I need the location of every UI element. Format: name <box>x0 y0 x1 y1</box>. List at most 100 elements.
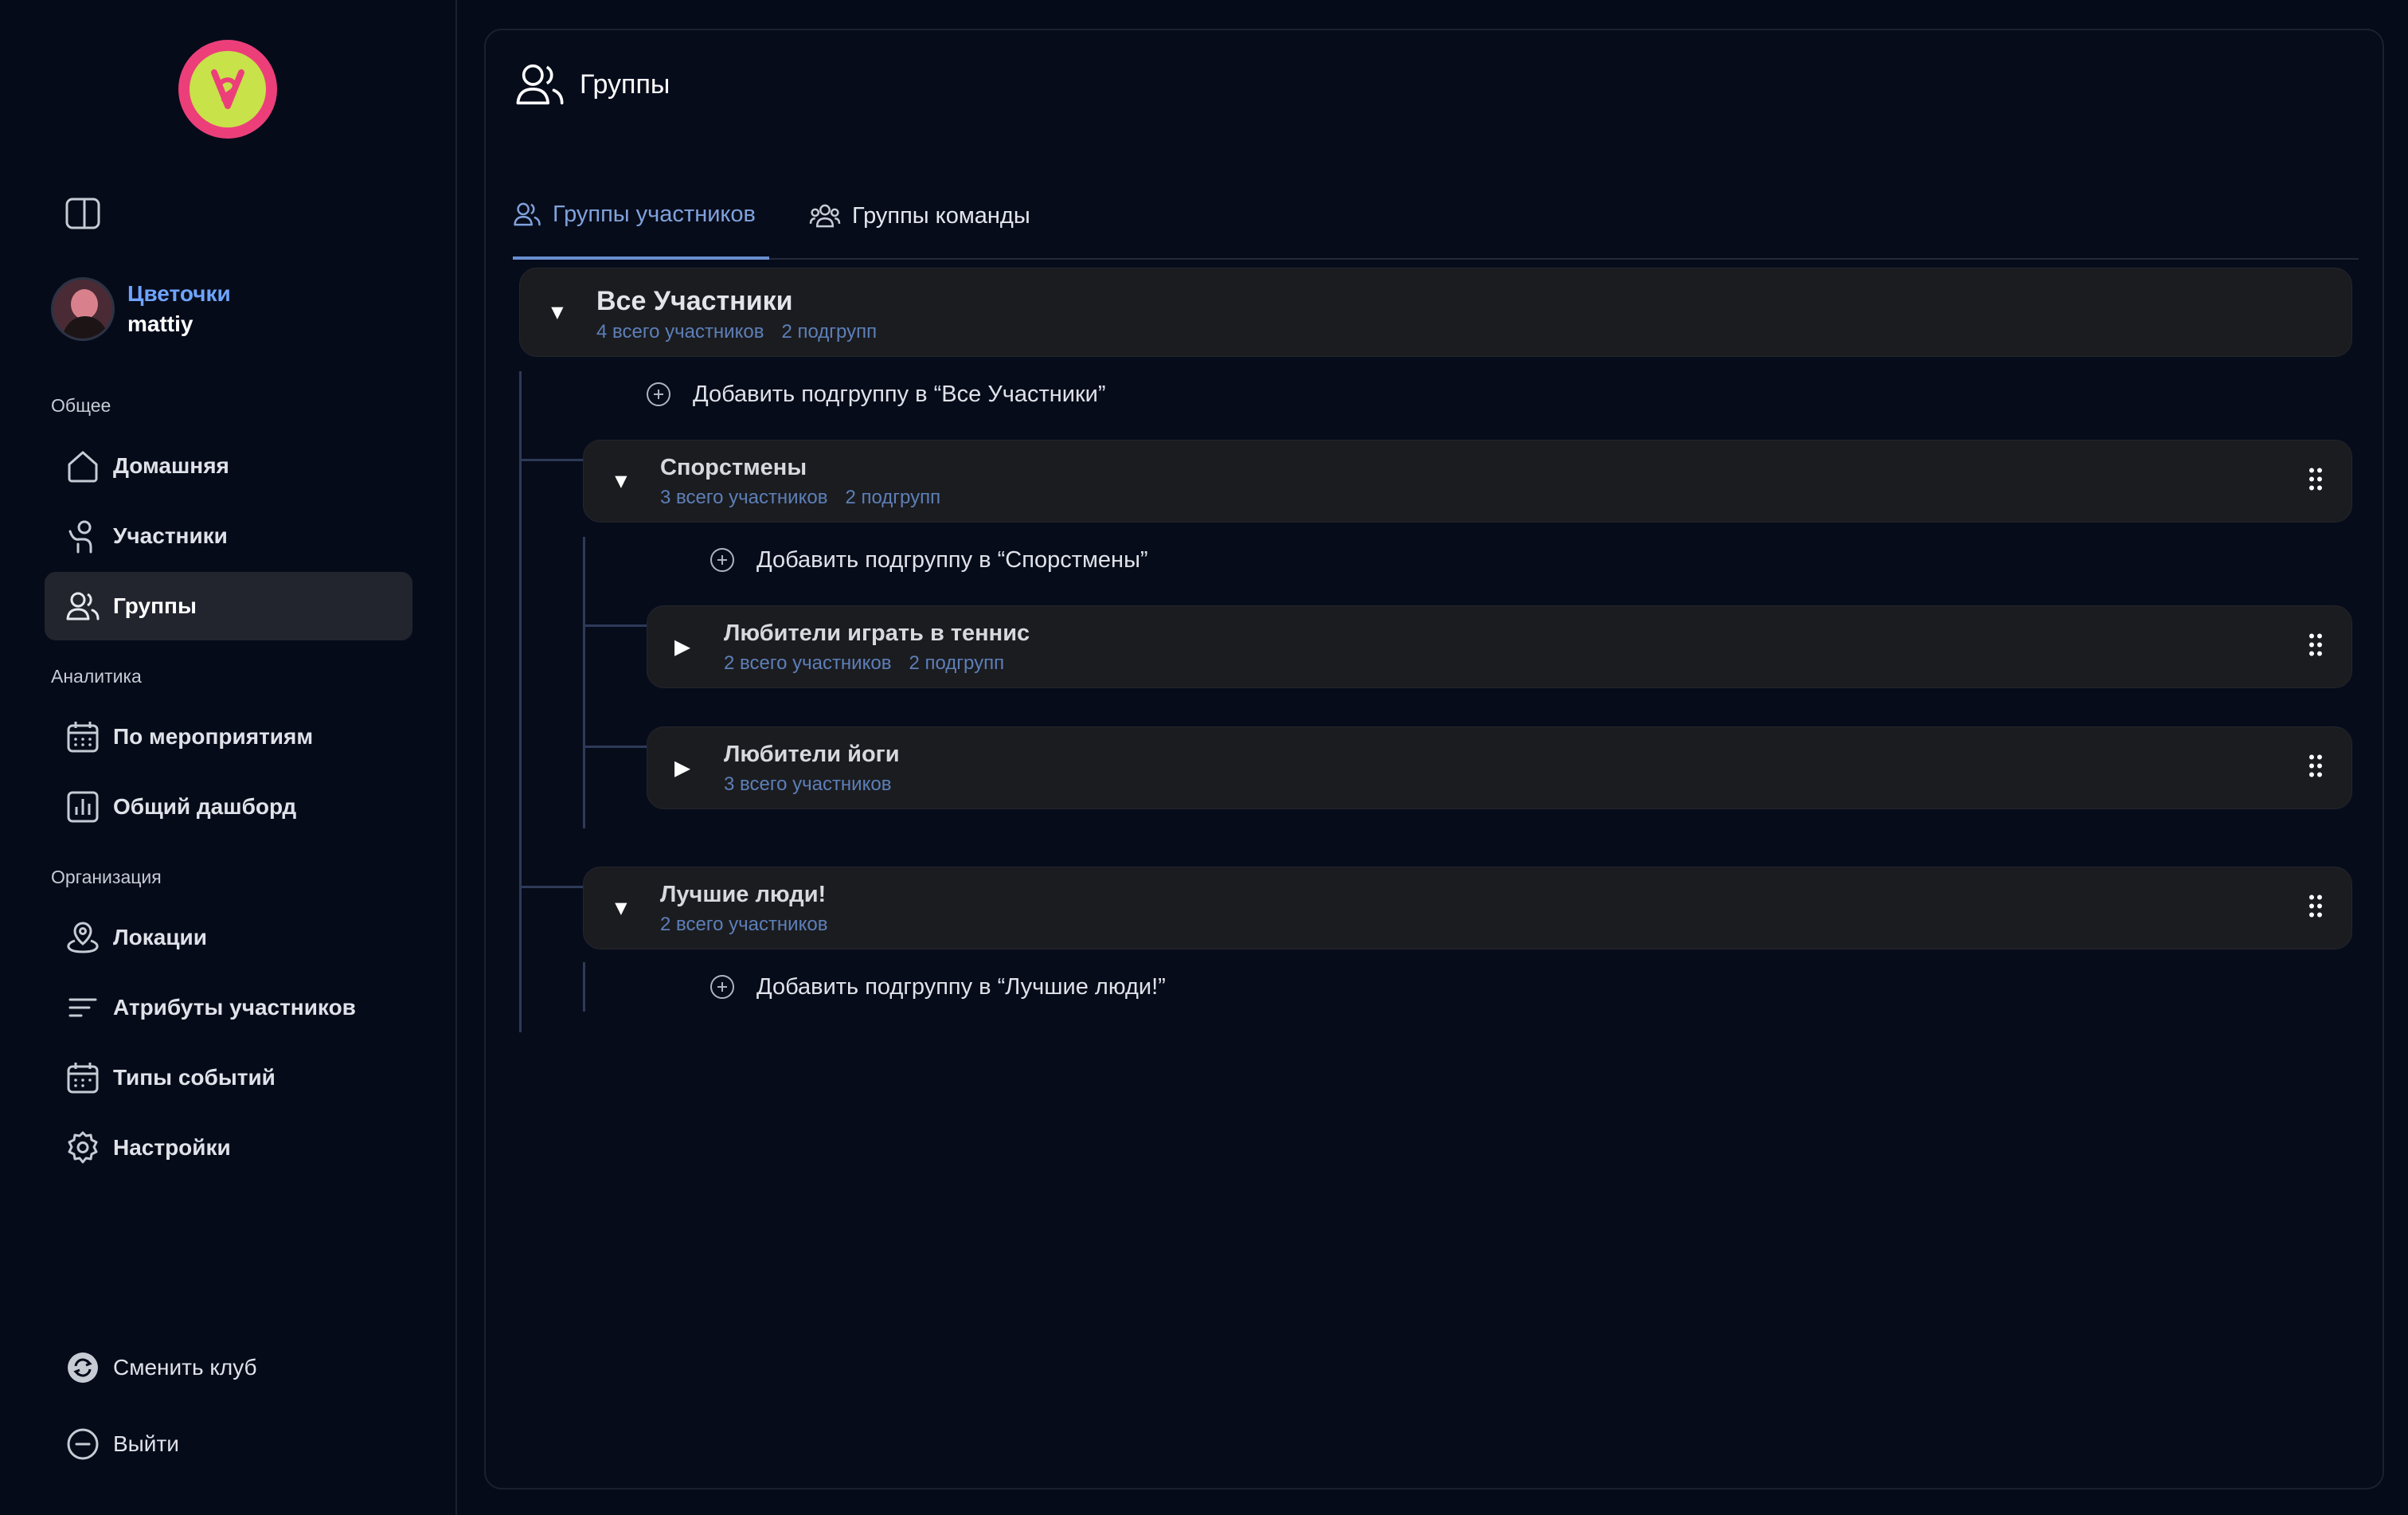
group-card-athletes[interactable]: ▼ Спорстмены 3 всего участников 2 подгруп… <box>583 440 2352 523</box>
drag-handle-icon[interactable] <box>2308 468 2323 495</box>
gear-icon <box>64 1129 102 1167</box>
sidebar-collapse-button[interactable] <box>64 196 102 231</box>
sidebar-item-groups[interactable]: Группы <box>45 572 412 640</box>
group-members-count: 3 всего участников <box>660 487 828 508</box>
group-card-yoga[interactable]: ▶ Любители йоги 3 всего участников <box>647 726 2352 809</box>
groups-icon <box>516 64 564 105</box>
groups-icon <box>514 202 541 226</box>
group-members-count: 2 всего участников <box>724 652 892 674</box>
group-title: Любители играть в теннис <box>724 620 1030 646</box>
group-members-count: 2 всего участников <box>660 914 828 935</box>
plus-circle-icon <box>710 548 734 572</box>
chevron-down-icon[interactable]: ▼ <box>611 469 631 494</box>
tree-connector <box>519 371 522 1032</box>
group-title: Спорстмены <box>660 455 807 480</box>
sidebar-toggle-icon <box>65 198 100 229</box>
club-logo[interactable] <box>178 40 277 139</box>
group-meta: 2 всего участников 2 подгрупп <box>724 652 1022 675</box>
sidebar-item-label: Домашняя <box>113 453 229 478</box>
page-title: Группы <box>580 69 670 100</box>
group-meta: 3 всего участников 2 подгрупп <box>660 487 958 509</box>
logout-button[interactable]: Выйти <box>45 1410 412 1478</box>
section-label-organization: Организация <box>51 867 162 887</box>
location-icon <box>64 918 102 957</box>
sidebar-item-label: Атрибуты участников <box>113 995 356 1020</box>
tab-label: Группы команды <box>852 202 1030 229</box>
tree-connector <box>583 624 647 627</box>
sidebar-item-by-events[interactable]: По мероприятиям <box>45 703 412 771</box>
page-header: Группы <box>514 59 670 110</box>
groups-icon <box>64 587 102 625</box>
group-subgroups-count: 2 подгрупп <box>845 487 941 508</box>
group-card-root[interactable]: ▼ Все Участники 4 всего участников 2 подг… <box>519 268 2352 357</box>
chevron-right-icon[interactable]: ▶ <box>674 756 690 781</box>
sidebar-item-attributes[interactable]: Атрибуты участников <box>45 973 412 1042</box>
profile[interactable]: Цветочки mattiy <box>51 277 231 341</box>
sidebar-item-label: По мероприятиям <box>113 724 314 749</box>
tab-label: Группы участников <box>553 201 756 227</box>
group-members-count: 4 всего участников <box>596 321 764 343</box>
sidebar-item-label: Локации <box>113 925 207 949</box>
plus-circle-icon <box>710 975 734 999</box>
tree-connector <box>519 459 583 461</box>
tabs: Группы участников Группы команды <box>513 172 2359 260</box>
calendar-icon <box>64 718 102 756</box>
section-label-analytics: Аналитика <box>51 666 142 687</box>
sidebar-item-home[interactable]: Домашняя <box>45 432 412 500</box>
sidebar-item-dashboard[interactable]: Общий дашборд <box>45 773 412 841</box>
group-title: Все Участники <box>596 286 793 316</box>
sidebar-item-locations[interactable]: Локации <box>45 903 412 972</box>
sidebar-item-label: Настройки <box>113 1135 231 1160</box>
attributes-icon <box>64 988 102 1027</box>
sidebar: Цветочки mattiy Общее Домашняя Участники… <box>0 0 457 1515</box>
chevron-right-icon[interactable]: ▶ <box>674 635 690 660</box>
team-icon <box>809 204 841 228</box>
sidebar-item-label: Типы событий <box>113 1065 276 1090</box>
group-subgroups-count: 2 подгрупп <box>909 652 1005 674</box>
event-types-icon <box>64 1059 102 1097</box>
group-title: Любители йоги <box>724 742 900 767</box>
logout-label: Выйти <box>113 1431 179 1456</box>
main-panel: Группы Группы участников Группы команды … <box>484 29 2384 1490</box>
sidebar-item-participants[interactable]: Участники <box>45 502 412 570</box>
chevron-down-icon[interactable]: ▼ <box>611 896 631 921</box>
tab-team-groups[interactable]: Группы команды <box>809 172 1048 260</box>
switch-club-icon <box>64 1349 102 1387</box>
sidebar-item-settings[interactable]: Настройки <box>45 1114 412 1182</box>
add-subgroup-label: Добавить подгруппу в “Все Участники” <box>693 381 1106 407</box>
tree-connector <box>583 746 647 748</box>
group-title: Лучшие люди! <box>660 882 827 907</box>
group-subgroups-count: 2 подгрупп <box>781 321 878 343</box>
tree-connector <box>583 962 585 1012</box>
home-icon <box>64 447 102 485</box>
sidebar-item-event-types[interactable]: Типы событий <box>45 1043 412 1112</box>
add-subgroup-label: Добавить подгруппу в “Лучшие люди!” <box>756 973 1166 1000</box>
bar-chart-icon <box>64 788 102 826</box>
drag-handle-icon[interactable] <box>2308 633 2323 661</box>
logout-icon <box>64 1425 102 1463</box>
sidebar-item-label: Общий дашборд <box>113 794 297 819</box>
drag-handle-icon[interactable] <box>2308 754 2323 782</box>
chevron-down-icon[interactable]: ▼ <box>547 300 568 325</box>
group-meta: 2 всего участников <box>660 914 845 936</box>
add-subgroup-athletes-button[interactable]: Добавить подгруппу в “Спорстмены” <box>709 546 1148 574</box>
tree-connector <box>583 537 585 828</box>
add-subgroup-root-button[interactable]: Добавить подгруппу в “Все Участники” <box>645 381 1106 408</box>
section-label-general: Общее <box>51 395 111 416</box>
participant-icon <box>64 517 102 555</box>
tab-participant-groups[interactable]: Группы участников <box>513 172 769 260</box>
switch-club-label: Сменить клуб <box>113 1355 257 1380</box>
group-meta: 4 всего участников 2 подгрупп <box>596 321 894 343</box>
plus-circle-icon <box>647 382 670 406</box>
drag-handle-icon[interactable] <box>2308 895 2323 922</box>
club-logo-emblem <box>190 51 266 127</box>
group-members-count: 3 всего участников <box>724 773 892 795</box>
sidebar-item-label: Участники <box>113 523 228 548</box>
group-card-tennis[interactable]: ▶ Любители играть в теннис 2 всего участ… <box>647 605 2352 688</box>
group-card-best-people[interactable]: ▼ Лучшие люди! 2 всего участников <box>583 867 2352 949</box>
user-name: mattiy <box>127 311 194 336</box>
switch-club-button[interactable]: Сменить клуб <box>45 1333 412 1402</box>
group-meta: 3 всего участников <box>724 773 909 796</box>
club-name: Цветочки <box>127 281 231 306</box>
add-subgroup-best-people-button[interactable]: Добавить подгруппу в “Лучшие люди!” <box>709 973 1166 1000</box>
